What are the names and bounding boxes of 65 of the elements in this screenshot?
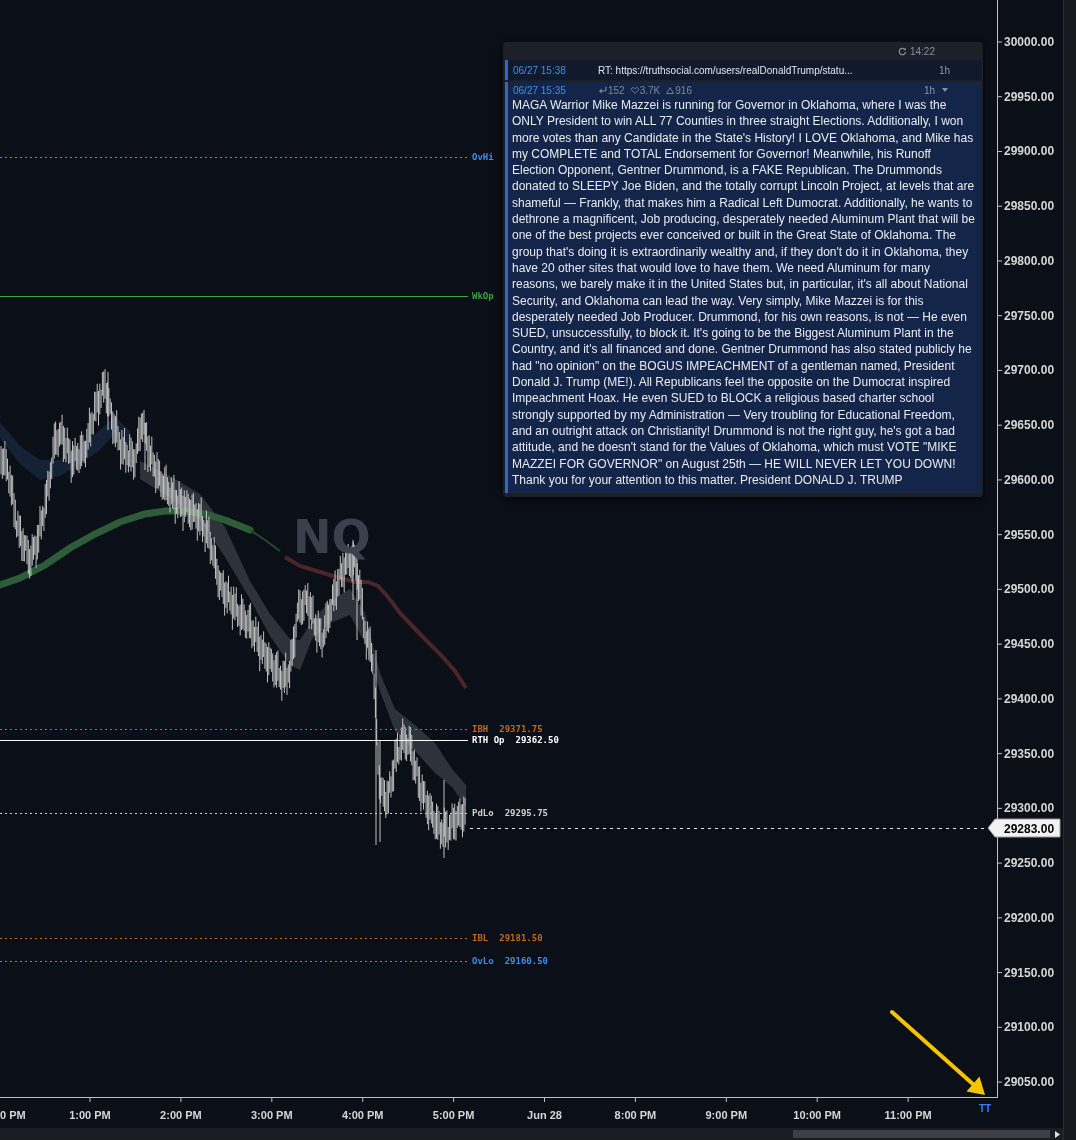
level-label: PdLo [472,808,494,818]
post-time: 06/27 15:35 [513,84,567,96]
price-axis-label: 29600.00 [1004,472,1055,487]
time-axis-label: 2:00 PM [160,1109,202,1121]
post-age: 1h [938,64,950,76]
time-axis-label: 4:00 PM [341,1109,384,1121]
time-axis-label: 9:00 PM [705,1109,748,1121]
price-axis-label: 30000.00 [1004,35,1055,49]
level-label: IBL [472,933,489,943]
time-axis-label: 10:00 PM [793,1109,842,1121]
price-axis-label: 29200.00 [1004,910,1055,925]
time-axis-label: 11:00 PM [884,1109,932,1121]
price-axis-label: 29750.00 [1004,308,1055,323]
price-axis-label: 29050.00 [1004,1075,1055,1090]
price-axis-label: 29250.00 [1004,856,1055,871]
price-axis-label: 29400.00 [1004,691,1055,706]
post-item[interactable]: 06/27 15:38 RT: https://truthsocial.com/users/realDonaldTrump/statu... 1h [505,60,981,80]
time-axis-label: 3:00 PM [251,1109,293,1121]
scrollbar-track[interactable] [0,1128,1063,1140]
level-value: 29371.75 [499,724,543,734]
level-label: OvLo [472,956,494,966]
level-label: WkOp [472,291,494,301]
price-axis-label: 29450.00 [1004,637,1055,652]
level-value: 29160.50 [504,956,549,966]
price-axis-label: 29700.00 [1004,363,1055,378]
price-axis-label: 29900.00 [1004,144,1055,159]
post-text: RT: https://truthsocial.com/users/realDonaldTrump/statu... [598,64,853,76]
refresh-time: 14:22 [909,45,935,57]
price-axis-label: 29150.00 [1004,965,1055,980]
time-axis-label: 5:00 PM [432,1109,475,1121]
level-label: IBH [472,724,489,734]
last-price-tag: 29283.00 [987,818,1061,838]
symbol-watermark: NQ [293,510,371,564]
price-axis-label: 29650.00 [1004,418,1055,433]
price-axis-label: 29850.00 [1004,199,1055,214]
stat-count: 152 [608,84,625,96]
price-axis-label: 29500.00 [1004,582,1055,597]
stat-count: 3.7K [639,84,661,96]
triangle-icon [666,86,675,94]
refresh-icon [897,46,907,56]
time-axis-label: 0 PM [0,1109,26,1121]
price-axis-label: 29100.00 [1004,1020,1055,1035]
return-arrow-icon [598,86,607,94]
price-axis-label: 29550.00 [1004,527,1055,542]
scroll-right-icon [1055,1130,1060,1138]
scrollbar-thumb[interactable] [793,1130,1050,1138]
post-text: MAGA Warrior Mike Mazzei is running for Governor in Oklahoma, where I was the ONLY President to win ALL 77 Counties in three straight Elections. Additionally, I won more votes than any Candidate in the State's History! I LOVE Oklahoma, and Mike has my COMPLETE and TOTAL Endorsement for Governor! Meanwhile, his Runoff Election Opponent, Gentner Drummond, is a FAKE Republican. The Drummonds donated to SLEEPY Joe Biden, and the totally corrupt Lincoln Project, at levels that are shameful — Frankly, that makes him a Radical Left Dumocrat. Additionally, he wants to dethrone a magnificent, Job producing, desperately needed Aluminum Plant that will be one of the best projects ever conceived or built in the Great State of Oklahoma. The group that's doing it is extraordinarily wealthy and, if they don't do it in Oklahoma, they have 20 other sites that would love to have them. We need Aluminum for many reasons, we barely make it in the United States but, in particular, it's all about National Security, and Oklahoma can lead the way. Very simply, Mike Mazzei is for this desperately needed Job Producer. Drummond, for his own reasons, is not — He even SUED, unsuccessfully, to block it. It's going to be the Biggest Aluminum Plant in the Country, and it's all financed and done. Gentner Drummond has also stated publicly he had "no opinion" on the BOGUS IMPEACHMENT of a gentleman named, President Donald J. Trump (ME!). All Republicans feel the opposite on the Dumocrat inspired Impeachment Hoax. He even SUED to BLOCK a religious based charter school strongly supported by my Administration — Very troubling for Educational Freedom, and an outright attack on Christianity! Drummond is not the right guy, he's got a bad attitude, and he doesn't stand for the Values of Oklahoma, which must VOTE "MIKE MAZZEI FOR GOVERNOR" on August 25th — HE WILL NEVER LET YOU DOWN! Thank you for your attention to this matter. President DONALD J. TRUMP [511,97,976,489]
post-age: 1h [923,84,935,96]
price-axis-label: 29350.00 [1004,746,1055,761]
post-time: 06/27 15:38 [513,64,567,76]
time-axis-label: 1:00 PM [69,1109,111,1121]
time-axis-label: Jun 28 [527,1109,562,1121]
heart-icon [630,86,639,94]
time-axis-label: 8:00 PM [614,1109,657,1121]
level-value: 29181.50 [499,933,543,943]
level-value: 29362.50 [515,735,559,745]
level-label: RTH Op [472,735,505,745]
caret-icon [942,88,948,92]
stat-count: 916 [675,84,692,96]
level-label: OvHi [472,152,494,162]
level-value: 29295.75 [504,808,549,818]
price-axis-label: 29300.00 [1004,801,1055,816]
corner-label: TT [979,1103,992,1114]
price-axis-label: 29800.00 [1004,253,1055,268]
price-axis-label: 29950.00 [1004,89,1055,104]
